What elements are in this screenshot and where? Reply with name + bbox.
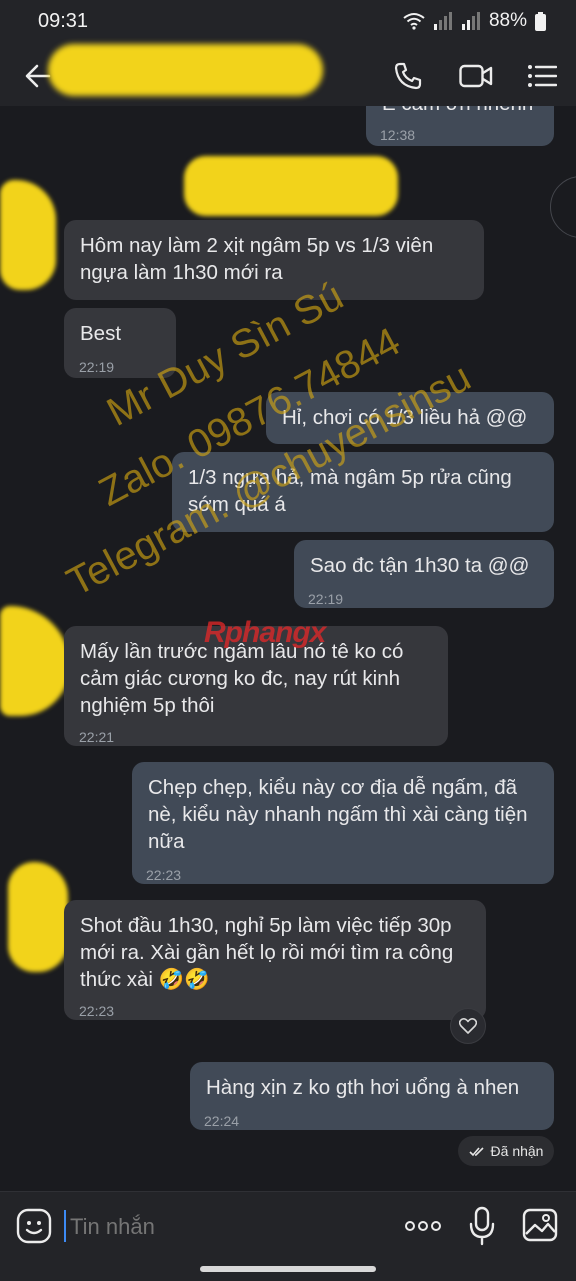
message-bubble-outgoing[interactable]: Hàng xịn z ko gth hơi uổng à nhen 22:24 (190, 1062, 554, 1130)
message-time: 22:24 (204, 1113, 240, 1129)
redaction-mark (0, 606, 70, 716)
redaction-mark (184, 156, 398, 216)
voice-record-button[interactable] (468, 1206, 498, 1246)
text-cursor (64, 1210, 66, 1242)
message-time: 22:23 (79, 1003, 115, 1019)
message-text: Shot đầu 1h30, nghỉ 5p làm việc tiếp 30p… (80, 914, 454, 991)
message-time: 22:23 (146, 867, 182, 883)
menu-button[interactable] (522, 56, 562, 96)
status-icons: 88% (403, 10, 546, 32)
gallery-button[interactable] (522, 1208, 560, 1244)
message-text: Hàng xịn z ko gth hơi uổng à nhen (206, 1076, 520, 1099)
message-text: Hôm nay làm 2 xịt ngâm 5p vs 1/3 viên ng… (80, 234, 434, 284)
react-heart-button[interactable] (450, 1008, 486, 1044)
home-indicator[interactable] (200, 1266, 376, 1272)
more-options-button[interactable] (402, 1212, 444, 1240)
watermark-logo: Rphangx (204, 616, 326, 649)
signal-icon (433, 12, 452, 30)
message-bubble-outgoing[interactable]: Sao đc tận 1h30 ta @@ 22:19 (294, 540, 554, 608)
list-menu-icon (528, 65, 557, 87)
video-camera-icon (459, 64, 493, 88)
message-bubble-outgoing[interactable]: E cảm ơn nhenh 12:38 (366, 106, 554, 146)
message-input[interactable] (68, 1206, 382, 1248)
redaction-mark (8, 862, 68, 972)
heart-icon (459, 1018, 477, 1034)
battery-icon (535, 11, 546, 31)
message-text: Sao đc tận 1h30 ta @@ (310, 554, 530, 577)
message-bubble-outgoing[interactable]: Chẹp chẹp, kiểu này cơ địa dễ ngấm, đã n… (132, 762, 554, 884)
message-bubble-incoming[interactable]: Hôm nay làm 2 xịt ngâm 5p vs 1/3 viên ng… (64, 220, 484, 300)
redaction-mark (0, 180, 56, 290)
message-time: 22:21 (79, 729, 115, 745)
delivery-status-text: Đã nhận (490, 1143, 544, 1159)
battery-percent: 88% (488, 10, 527, 31)
sticker-button[interactable] (16, 1208, 54, 1246)
message-bubble-incoming[interactable]: Shot đầu 1h30, nghỉ 5p làm việc tiếp 30p… (64, 900, 486, 1020)
message-time: 22:19 (308, 591, 344, 607)
video-call-button[interactable] (456, 56, 496, 96)
image-icon (522, 1208, 558, 1242)
scroll-indicator[interactable] (550, 176, 576, 238)
message-text: Best (80, 322, 122, 345)
status-bar: 09:31 88% (0, 0, 576, 44)
phone-icon (394, 62, 422, 90)
contact-name-redacted (48, 44, 323, 96)
message-text: Mấy lần trước ngâm lâu nó tê ko có cảm g… (80, 640, 404, 717)
microphone-icon (469, 1206, 495, 1246)
message-text: Chẹp chẹp, kiểu này cơ địa dễ ngấm, đã n… (148, 776, 528, 853)
emoji-icon (16, 1208, 52, 1244)
delivery-status-badge: Đã nhận (458, 1136, 554, 1166)
signal-icon-2 (461, 12, 480, 30)
more-dots-icon (405, 1221, 441, 1231)
wifi-icon (403, 13, 425, 30)
double-check-icon (468, 1146, 484, 1156)
message-text: E cảm ơn nhenh (382, 106, 538, 117)
status-time: 09:31 (38, 10, 89, 32)
message-list[interactable]: E cảm ơn nhenh 12:38 Hôm nay làm 2 xịt n… (0, 106, 576, 1191)
voice-call-button[interactable] (388, 56, 428, 96)
message-time: 22:19 (79, 359, 115, 375)
message-time: 12:38 (380, 127, 416, 143)
